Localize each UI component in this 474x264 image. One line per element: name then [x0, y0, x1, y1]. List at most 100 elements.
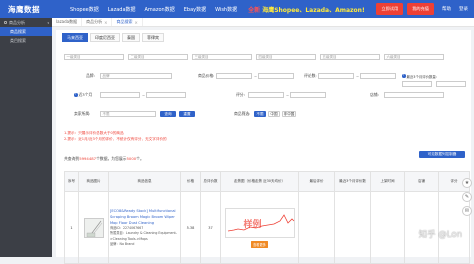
shop-input[interactable] [384, 92, 444, 98]
nav-amazon[interactable]: Amazon数据 [145, 6, 175, 13]
sidebar-item-label: 类目搜索 [10, 37, 26, 43]
col-price[interactable]: 价格 [180, 171, 201, 192]
recent-max-input[interactable] [436, 81, 466, 87]
column-controller-button[interactable]: 可见数据列控制器 [419, 151, 465, 158]
summary-suffix: 个。 [136, 156, 144, 161]
help-icon[interactable]: ? [74, 93, 78, 97]
brand-label: 品牌: [86, 73, 95, 78]
recent-prefix-text: 近3个月 [78, 92, 93, 97]
category-4-select[interactable]: 四级类目 [256, 54, 316, 60]
favorite-icon[interactable]: ★ [462, 178, 472, 188]
price-min-input[interactable] [216, 73, 252, 79]
nav-ebay[interactable]: Ebay数据 [184, 6, 206, 13]
recharge-button[interactable]: 我的充值 [407, 3, 434, 15]
country-tabs: 马来西亚 印度尼西亚 泰国 菲律宾 [62, 33, 471, 42]
help-link[interactable]: 帮助 [442, 6, 451, 12]
view-more-button[interactable]: 查看更多 [251, 240, 268, 248]
category-1-select[interactable]: 一级类目 [64, 54, 124, 60]
rating-min-input[interactable] [248, 92, 284, 98]
price-max-input[interactable] [258, 73, 294, 79]
tab-label: 商品分析 [86, 19, 103, 24]
row-price: 5.38 [180, 191, 201, 264]
chart-stamp: 样例 [243, 219, 262, 230]
result-summary: 共查询到5994487个数据，为您展示5000个。 [64, 156, 144, 162]
tab-label: lazada数据 [56, 19, 78, 24]
nav-wish[interactable]: Wish数据 [215, 6, 237, 13]
shop-label: 店铺: [370, 92, 379, 97]
brand-input[interactable]: 品牌 [100, 73, 172, 79]
col-listed-date[interactable]: 上架时间 [370, 171, 405, 192]
table-row[interactable]: 1 [ECO8&Ready Stock] Multifunctional Scr… [64, 191, 470, 264]
col-index[interactable]: 序号 [64, 171, 79, 192]
category-6-select[interactable]: 六级类目 [384, 54, 444, 60]
close-icon[interactable]: × [134, 20, 137, 25]
recent-eval-min-input[interactable] [100, 92, 140, 98]
range-separator: ~ [286, 93, 290, 98]
trial-button[interactable]: 立即试用 [376, 3, 404, 15]
summary-shown: 5000 [126, 156, 137, 161]
tab-philippines[interactable]: 菲律宾 [142, 33, 164, 42]
col-last-review[interactable]: 最后评价 [298, 171, 335, 192]
trend-chart[interactable]: 样例 [224, 207, 295, 238]
promo-text: 海鹰Shopee、Lazada、Amazon! [262, 6, 365, 14]
recent-label: ? 最近3个月评价数量: [402, 73, 437, 79]
reviews-min-input[interactable] [318, 73, 354, 79]
recent-eval-max-input[interactable] [146, 92, 186, 98]
tab-malaysia[interactable]: 马来西亚 [62, 33, 88, 42]
col-recent-reviews[interactable]: 最近3个月评价数 [334, 171, 371, 192]
help-icon[interactable]: ? [402, 74, 406, 78]
edit-icon[interactable]: ✎ [462, 192, 472, 202]
nav-shopee[interactable]: Shopee数据 [70, 6, 99, 13]
product-thumbnail[interactable] [83, 217, 104, 238]
product-brand: 品牌：No Brand [110, 242, 135, 246]
price-label: 商品价格: [198, 73, 215, 78]
app-logo[interactable]: 海鹰数据 [0, 0, 52, 18]
seller-select[interactable]: 不限 [100, 111, 156, 117]
category-5-select[interactable]: 五级类目 [320, 54, 380, 60]
row-info-cell: [ECO8&Ready Stock] Multifunctional Scrap… [108, 191, 181, 264]
sidebar-item-product-search[interactable]: 商品搜索 [0, 27, 52, 36]
notice-1: 1.提示：只展示评价总数大于0的商品 [64, 131, 124, 135]
tab-thailand[interactable]: 泰国 [122, 33, 140, 42]
summary-prefix: 共查询到 [64, 156, 80, 161]
reviews-max-input[interactable] [360, 73, 396, 79]
tab-product-analysis[interactable]: 商品分析 × [82, 18, 113, 26]
tab-product-search[interactable]: 商品搜索 × [112, 18, 143, 26]
category-2-select[interactable]: 二级类目 [128, 54, 188, 60]
query-button[interactable]: 查询 [160, 111, 176, 117]
rating-max-input[interactable] [290, 92, 326, 98]
tab-lazada[interactable]: lazada数据 [52, 18, 83, 26]
seller-label: 卖家所属: [74, 111, 91, 116]
filter-non-china-button[interactable]: 非中国 [282, 111, 296, 117]
col-trend: 走势图（价格走势 近30天均价） [220, 171, 299, 192]
range-separator: ~ [356, 74, 360, 79]
main-panel: 马来西亚 印度尼西亚 泰国 菲律宾 一级类目 二级类目 三级类目 四级类目 五级… [56, 30, 471, 264]
reset-button[interactable]: 重置 [179, 111, 195, 117]
broom-icon [86, 220, 102, 237]
feedback-icon[interactable]: ✉ [462, 206, 472, 216]
top-actions: 立即试用 我的充值 帮助 登录 [376, 3, 468, 15]
table-header-row: 序号 商品图片 商品信息 价格 总评价数 走势图（价格走势 近30天均价） 最后… [64, 171, 470, 192]
col-shop[interactable]: 店铺 [404, 171, 439, 192]
filter-china-button[interactable]: 中国 [268, 111, 280, 117]
recent-min-input[interactable] [402, 81, 432, 87]
top-nav: Shopee数据 Lazada数据 Amazon数据 Ebay数据 Wish数据… [52, 0, 365, 18]
tab-label: 商品搜索 [116, 19, 133, 24]
recent-eval-label: ? 近3个月 [74, 92, 92, 98]
tab-indonesia[interactable]: 印度尼西亚 [90, 33, 120, 42]
top-bar: 海鹰数据 Shopee数据 Lazada数据 Amazon数据 Ebay数据 W… [0, 0, 474, 18]
login-link[interactable]: 登录 [459, 6, 468, 12]
col-image: 商品图片 [78, 171, 109, 192]
category-3-select[interactable]: 三级类目 [192, 54, 252, 60]
promo-banner: 全新 海鹰Shopee、Lazada、Amazon! [248, 5, 365, 14]
filter-all-button[interactable]: 不限 [254, 111, 266, 117]
product-title-link[interactable]: [ECO8&Ready Stock] Multifunctional Scrap… [109, 208, 180, 226]
nav-lazada[interactable]: Lazada数据 [108, 6, 136, 13]
product-category: 所属类目：Laundry & Cleaning Equipment->Clean… [110, 231, 177, 241]
rating-label: 评分: [236, 92, 245, 97]
col-reviews[interactable]: 总评价数 [200, 171, 221, 192]
sort-label: 商品筛选: [234, 111, 251, 116]
close-icon[interactable]: × [104, 20, 107, 25]
sidebar-group[interactable]: 商品分析 ▾ [0, 18, 52, 27]
sidebar-item-category-search[interactable]: 类目搜索 [0, 36, 52, 45]
